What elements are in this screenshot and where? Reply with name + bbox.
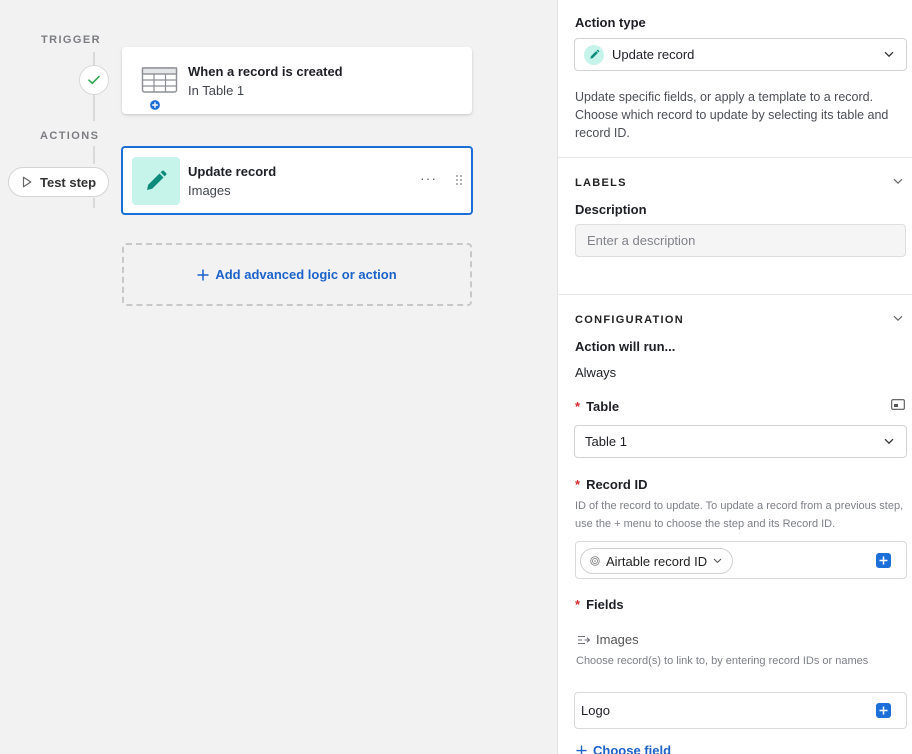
actions-section-label: ACTIONS [40, 130, 100, 142]
required-marker: * [575, 477, 581, 492]
plus-icon [197, 269, 209, 280]
chevron-down-icon[interactable] [893, 178, 903, 185]
required-marker: * [575, 597, 581, 612]
action-card[interactable]: Update record Images ··· [121, 146, 473, 215]
field-images-header: Images [577, 632, 639, 647]
chevron-down-icon [884, 51, 894, 58]
table-field-label: * Table [575, 399, 619, 414]
trigger-card-subtitle: In Table 1 [188, 82, 245, 98]
action-card-title: Update record [188, 163, 277, 179]
record-id-field-label: * Record ID [575, 477, 647, 492]
table-icon [136, 57, 184, 111]
plus-badge-icon [149, 98, 161, 111]
action-card-subtitle: Images [188, 182, 231, 198]
fields-label: * Fields [575, 597, 624, 612]
section-divider [558, 157, 912, 158]
table-select[interactable]: Table 1 [574, 425, 907, 458]
configuration-section-header[interactable]: CONFIGURATION [575, 314, 684, 326]
configuration-panel: Action type Update record Update specifi… [557, 0, 912, 754]
test-step-label: Test step [40, 174, 97, 190]
action-type-select[interactable]: Update record [574, 38, 907, 71]
add-logic-or-action-button[interactable]: Add advanced logic or action [122, 243, 472, 306]
description-label: Description [575, 202, 647, 217]
connector-line [93, 95, 95, 121]
trigger-card-title: When a record is created [188, 63, 343, 79]
choose-field-button[interactable]: Choose field [576, 743, 671, 754]
play-icon [22, 176, 32, 188]
workflow-canvas: TRIGGER ACTIONS Test step When a record … [0, 0, 557, 754]
section-divider [558, 294, 912, 295]
table-label-text: Table [586, 399, 620, 414]
record-id-hint: ID of the record to update. To update a … [575, 500, 904, 530]
check-icon [88, 75, 100, 85]
linked-records-icon [578, 635, 590, 644]
trigger-card[interactable]: When a record is created In Table 1 [122, 47, 472, 114]
fingerprint-icon [590, 556, 600, 566]
test-step-button[interactable]: Test step [8, 167, 109, 197]
more-options-icon[interactable]: ··· [420, 170, 437, 186]
record-id-token[interactable]: Airtable record ID [580, 548, 734, 574]
field-images-name: Images [596, 632, 639, 647]
connector-line [93, 146, 95, 164]
action-type-value: Update record [612, 47, 695, 62]
action-will-run-value: Always [575, 365, 617, 380]
add-logic-label: Add advanced logic or action [215, 267, 397, 282]
action-will-run-label: Action will run... [575, 339, 676, 354]
pencil-icon [132, 156, 180, 205]
field-images-input[interactable]: Logo [574, 692, 907, 729]
action-type-description: Update specific fields, or apply a templ… [575, 90, 889, 140]
description-input[interactable] [575, 224, 906, 257]
plus-icon [576, 745, 587, 754]
connector-line [93, 198, 95, 208]
field-images-hint: Choose record(s) to link to, by entering… [576, 655, 869, 667]
action-type-label: Action type [575, 15, 646, 30]
record-id-input[interactable]: Airtable record ID [575, 541, 907, 579]
trigger-status-indicator [79, 65, 109, 95]
fields-label-text: Fields [586, 597, 624, 612]
field-images-value: Logo [581, 703, 610, 718]
drag-handle-icon[interactable] [455, 174, 463, 186]
labels-section-header[interactable]: LABELS [575, 177, 627, 189]
table-select-value: Table 1 [585, 434, 627, 449]
record-id-label-text: Record ID [586, 477, 648, 492]
chevron-down-icon[interactable] [893, 315, 903, 322]
connector-line [93, 52, 95, 65]
required-marker: * [575, 399, 581, 414]
chevron-down-icon [884, 438, 894, 445]
insert-token-plus-icon[interactable] [876, 703, 891, 718]
record-id-token-label: Airtable record ID [606, 553, 708, 569]
insert-token-plus-icon[interactable] [876, 553, 891, 568]
trigger-section-label: TRIGGER [41, 34, 101, 46]
choose-field-label: Choose field [593, 743, 672, 754]
chevron-down-icon [713, 558, 722, 564]
pencil-icon [584, 44, 604, 65]
expand-view-icon[interactable] [891, 399, 905, 410]
